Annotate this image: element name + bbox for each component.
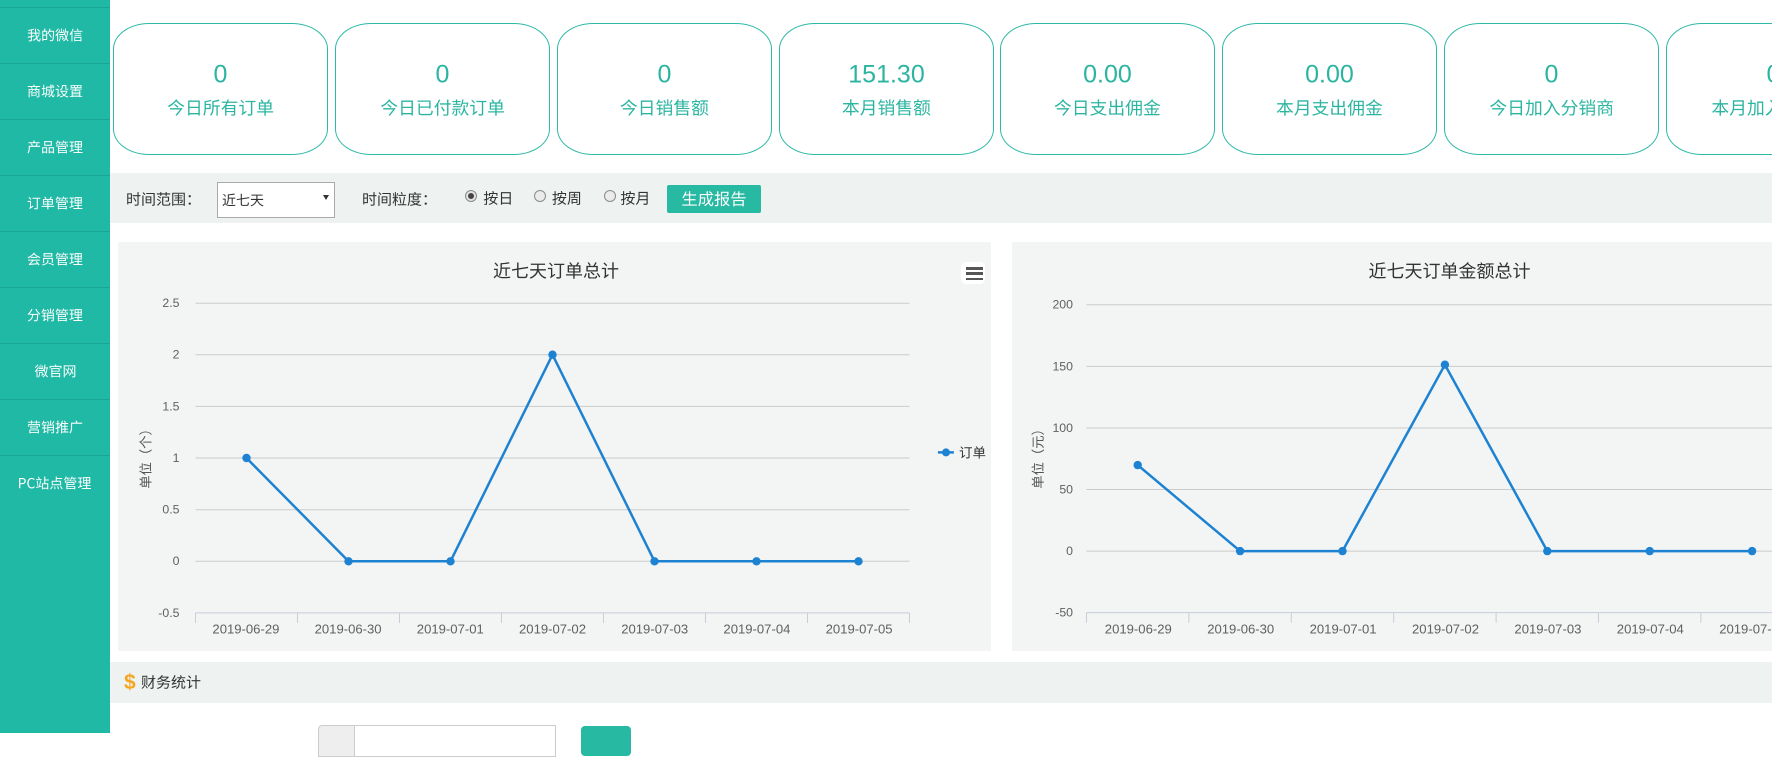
svg-text:2.5: 2.5 — [162, 296, 179, 310]
svg-text:-0.5: -0.5 — [158, 606, 179, 620]
svg-text:2019-07-05: 2019-07-05 — [1719, 622, 1772, 637]
svg-text:200: 200 — [1052, 298, 1073, 312]
svg-text:151.30: 151.30 — [848, 61, 924, 89]
svg-text:2019-07-02: 2019-07-02 — [1412, 622, 1479, 637]
svg-text:2: 2 — [173, 348, 180, 362]
svg-text:2019-07-04: 2019-07-04 — [1617, 622, 1684, 637]
svg-text:2019-06-30: 2019-06-30 — [1207, 622, 1274, 637]
svg-text:150: 150 — [1052, 359, 1073, 373]
svg-text:2019-07-03: 2019-07-03 — [1514, 622, 1581, 637]
svg-text:0: 0 — [1545, 61, 1559, 89]
svg-text:0.00: 0.00 — [1083, 61, 1132, 89]
svg-text:2019-07-01: 2019-07-01 — [417, 622, 484, 637]
svg-text:2019-07-02: 2019-07-02 — [519, 622, 586, 637]
svg-text:0.5: 0.5 — [162, 503, 179, 517]
svg-text:0.00: 0.00 — [1305, 61, 1354, 89]
svg-text:2019-06-30: 2019-06-30 — [315, 622, 382, 637]
svg-text:$: $ — [124, 671, 136, 694]
svg-text:2019-07-05: 2019-07-05 — [826, 622, 893, 637]
svg-text:2019-06-29: 2019-06-29 — [212, 622, 279, 637]
svg-text:0: 0 — [436, 61, 450, 89]
svg-text:1: 1 — [173, 451, 180, 465]
svg-text:2019-07-01: 2019-07-01 — [1310, 622, 1377, 637]
svg-text:0: 0 — [1066, 544, 1073, 558]
svg-text:-50: -50 — [1055, 606, 1073, 620]
svg-text:0: 0 — [173, 554, 180, 568]
svg-text:100: 100 — [1052, 421, 1073, 435]
svg-text:1.5: 1.5 — [162, 399, 179, 413]
svg-text:2019-07-03: 2019-07-03 — [621, 622, 688, 637]
svg-text:50: 50 — [1059, 482, 1073, 496]
svg-text:2019-06-29: 2019-06-29 — [1105, 622, 1172, 637]
svg-text:0: 0 — [1767, 61, 1772, 89]
svg-text:2019-07-04: 2019-07-04 — [723, 622, 790, 637]
svg-text:0: 0 — [658, 61, 672, 89]
svg-text:0: 0 — [214, 61, 228, 89]
